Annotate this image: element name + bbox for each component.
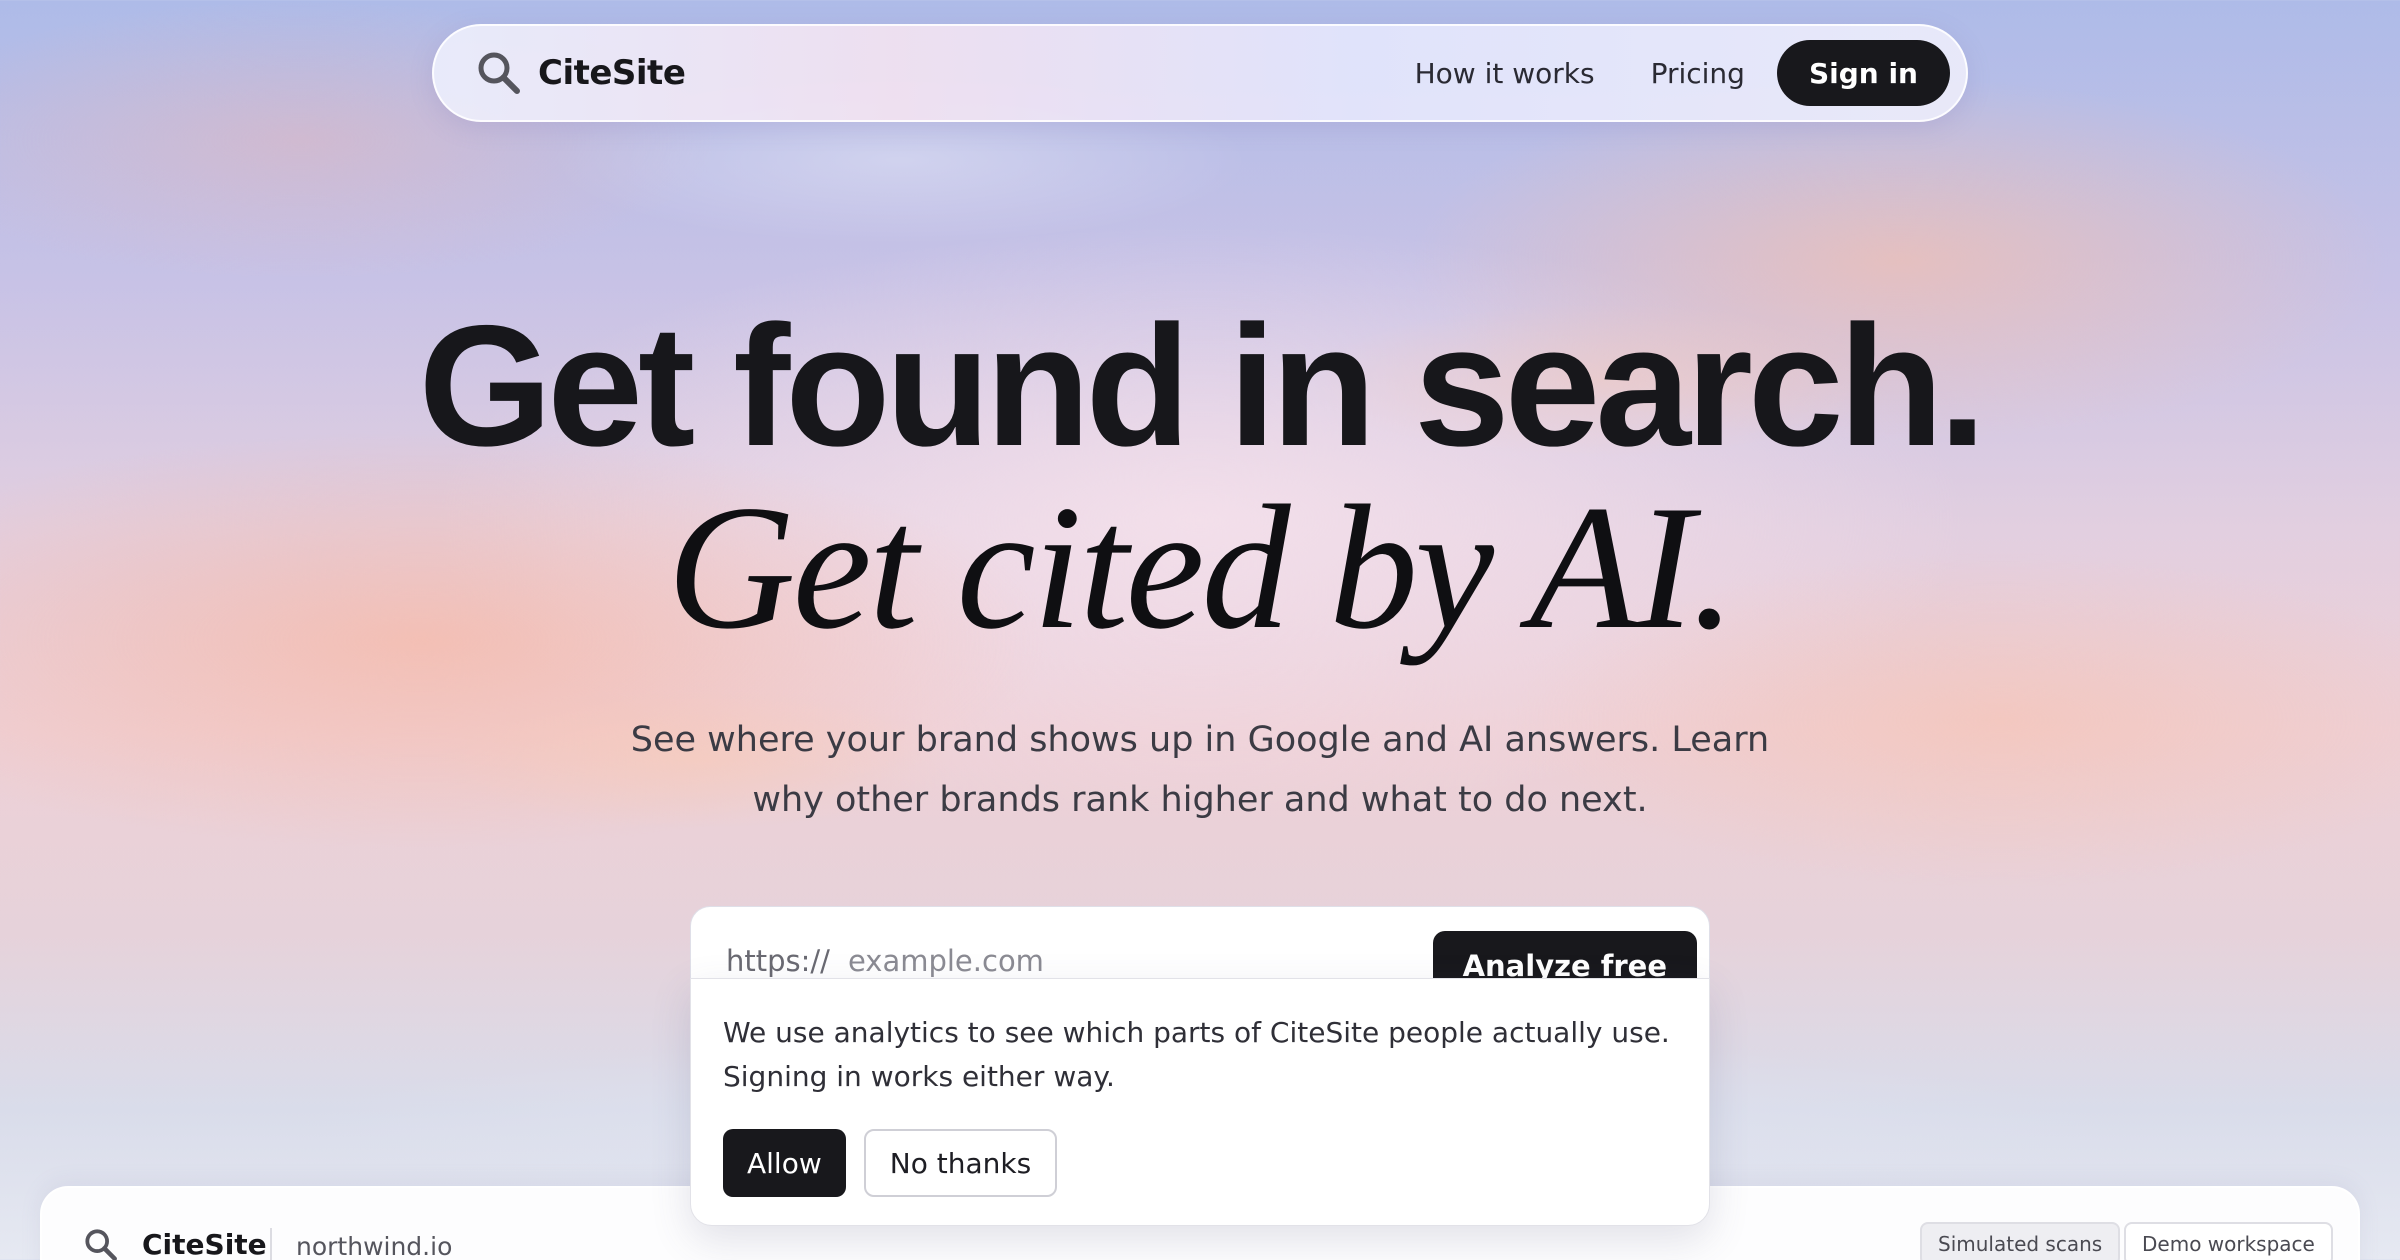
search-icon — [85, 1229, 117, 1260]
analytics-consent-popup: We use analytics to see which parts of C… — [690, 978, 1710, 1226]
preview-divider — [270, 1228, 272, 1260]
preview-brand-name: CiteSite — [142, 1228, 267, 1260]
simulated-scans-badge: Simulated scans — [1920, 1222, 2121, 1260]
nav-link-how-it-works[interactable]: How it works — [1415, 57, 1595, 90]
hero-title: Get found in search. — [418, 290, 1987, 482]
no-thanks-button[interactable]: No thanks — [863, 1129, 1058, 1197]
preview-domain: northwind.io — [296, 1232, 453, 1260]
allow-button[interactable]: Allow — [723, 1129, 846, 1197]
consent-message: We use analytics to see which parts of C… — [723, 1011, 1677, 1099]
consent-text-line1: We use analytics to see which parts of C… — [723, 1016, 1670, 1049]
sign-in-button[interactable]: Sign in — [1776, 40, 1950, 106]
nav-link-pricing[interactable]: Pricing — [1651, 57, 1745, 90]
demo-workspace-badge[interactable]: Demo workspace — [2124, 1222, 2333, 1260]
hero-title-italic: Get cited by AI. — [667, 468, 1736, 666]
hero-subtitle: See where your brand shows up in Google … — [630, 720, 1770, 820]
brand-name: CiteSite — [538, 53, 686, 93]
url-prefix: https:// — [726, 944, 830, 978]
search-icon — [478, 52, 520, 94]
brand-logo[interactable]: CiteSite — [474, 48, 686, 98]
consent-text-line2: Signing in works either way. — [723, 1060, 1115, 1093]
top-navbar: CiteSite How it works Pricing Sign in — [432, 24, 1968, 122]
consent-actions: Allow No thanks — [723, 1129, 1677, 1197]
